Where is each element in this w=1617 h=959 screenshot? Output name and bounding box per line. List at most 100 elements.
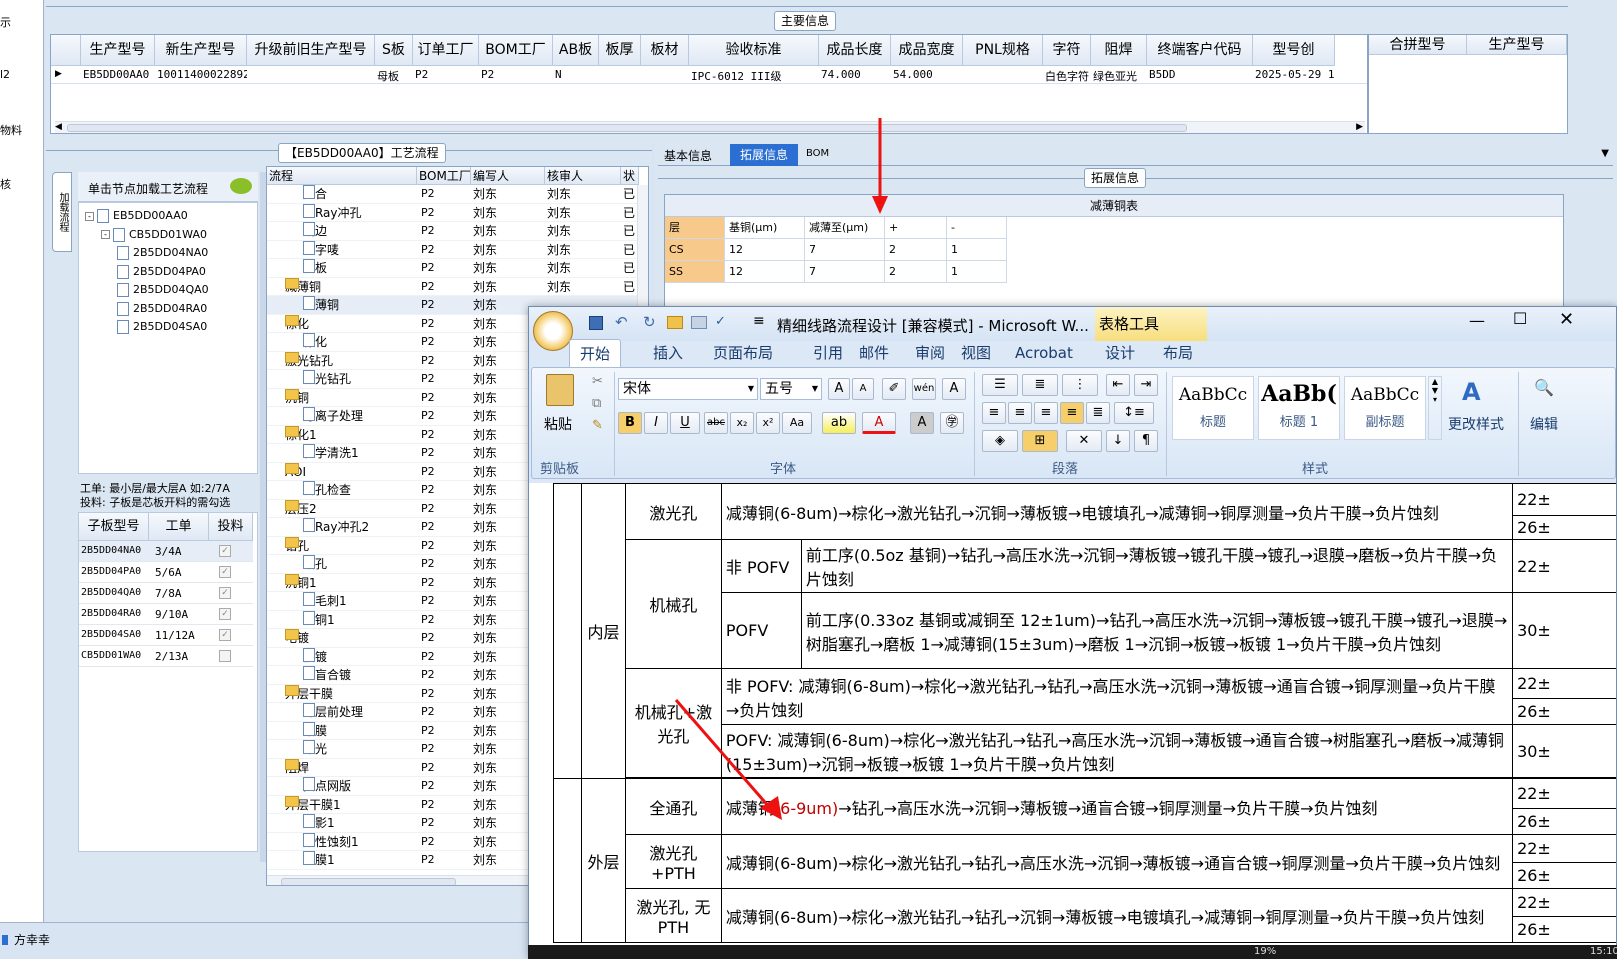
tab-extended-info[interactable]: 拓展信息 <box>730 144 798 166</box>
align-center-button[interactable]: ≡ <box>1008 402 1032 424</box>
ext-cell[interactable]: 2 <box>885 261 947 283</box>
underline-button[interactable]: U <box>670 412 700 434</box>
flow-row[interactable]: 打字唛 P2 刘东 刘东 已 <box>267 240 648 259</box>
edit-button[interactable]: 编辑 <box>1530 414 1558 434</box>
strikethrough-button[interactable]: abc <box>704 412 728 434</box>
merge-col-2[interactable]: 生产型号 <box>1467 35 1567 55</box>
nav-item-3[interactable]: 物料 <box>0 122 22 138</box>
tab-basic-info[interactable]: 基本信息 <box>664 147 712 164</box>
highlight-button[interactable]: ab <box>822 412 856 434</box>
numbering-button[interactable]: ≣ <box>1022 374 1058 396</box>
ribbon-tab-5[interactable]: 审阅 <box>915 337 945 369</box>
asian-layout-button[interactable]: ✕ <box>1066 430 1102 452</box>
flow-row[interactable]: 烘板 P2 刘东 刘东 已 <box>267 259 648 278</box>
tree-node[interactable]: 2B5DD04SA0 <box>117 318 207 336</box>
col-header-15[interactable]: 终端客户代码 <box>1147 35 1253 66</box>
superscript-button[interactable]: x² <box>756 412 780 434</box>
sub-header-2[interactable]: 投料 <box>209 513 253 541</box>
char-shading-button[interactable]: A <box>910 412 934 434</box>
bold-button[interactable]: B <box>618 412 642 434</box>
ext-cell[interactable]: SS <box>665 261 725 283</box>
ext-cell[interactable]: CS <box>665 239 725 261</box>
maximize-icon[interactable]: ☐ <box>1513 309 1527 328</box>
col-header-2[interactable]: 升级前旧生产型号 <box>247 35 375 66</box>
grow-font-button[interactable]: A <box>828 378 850 400</box>
close-icon[interactable]: ✕ <box>1559 309 1574 330</box>
change-styles-button[interactable]: 更改样式 <box>1448 414 1504 434</box>
col-header-5[interactable]: BOM工厂 <box>479 35 553 66</box>
flow-header-3[interactable]: 核审人 <box>545 167 621 185</box>
feed-checkbox[interactable]: ✓ <box>219 587 231 599</box>
flow-row[interactable]: 铣边 P2 刘东 刘东 已 <box>267 222 648 241</box>
ext-cell[interactable]: 2 <box>885 239 947 261</box>
tree-node[interactable]: - EB5DD00AA0 <box>85 207 188 225</box>
paste-button[interactable]: 粘贴 <box>544 414 572 434</box>
shrink-font-button[interactable]: A <box>852 378 874 400</box>
ribbon-tab-2[interactable]: 页面布局 <box>713 337 773 369</box>
col-header-8[interactable]: 板材 <box>641 35 689 66</box>
sub-row[interactable]: 2B5DD04NA0 3/4A ✓ <box>79 541 253 562</box>
feed-checkbox[interactable]: ✓ <box>219 545 231 557</box>
justify-button[interactable]: ≡ <box>1060 402 1084 424</box>
feed-checkbox[interactable]: ✓ <box>219 566 231 578</box>
nav-item-2[interactable]: l2 <box>0 68 10 81</box>
sub-row[interactable]: 2B5DD04PA0 5/6A ✓ <box>79 562 253 583</box>
flow-header-4[interactable]: 状 <box>621 167 639 185</box>
ribbon-tab-8[interactable]: 设计 <box>1105 337 1135 369</box>
flow-header-1[interactable]: BOM工厂 <box>417 167 471 185</box>
col-header-6[interactable]: AB板 <box>553 35 599 66</box>
ribbon-tab-7[interactable]: Acrobat <box>1015 337 1073 369</box>
sort-button[interactable]: ↓ <box>1106 430 1130 452</box>
sub-row[interactable]: 2B5DD04QA0 7/8A ✓ <box>79 583 253 604</box>
ribbon-tab-9[interactable]: 布局 <box>1163 337 1193 369</box>
col-header-3[interactable]: S板 <box>375 35 413 66</box>
tree-node[interactable]: 2B5DD04RA0 <box>117 300 207 318</box>
distributed-button[interactable]: ≣ <box>1086 402 1110 424</box>
flow-header-2[interactable]: 编写人 <box>471 167 545 185</box>
customize-icon[interactable]: ≡ <box>753 313 765 329</box>
paste-icon[interactable] <box>546 374 574 406</box>
col-header-11[interactable]: 成品宽度 <box>891 35 963 66</box>
col-header-16[interactable]: 型号创 <box>1253 35 1335 66</box>
borders-button[interactable]: ⊞ <box>1022 430 1058 452</box>
copy-icon[interactable]: ⧉ <box>592 396 601 411</box>
ribbon-tab-4[interactable]: 邮件 <box>859 337 889 369</box>
change-styles-icon[interactable]: A <box>1462 378 1481 406</box>
change-case-button[interactable]: Aa <box>782 412 812 434</box>
collapse-icon[interactable]: - <box>85 211 94 221</box>
save-icon[interactable] <box>589 316 603 330</box>
col-header-4[interactable]: 订单工厂 <box>413 35 479 66</box>
ext-cell[interactable]: 1 <box>947 239 1007 261</box>
style-scroll[interactable]: ▲ ▼ ▾ <box>1428 376 1442 440</box>
collapse-icon[interactable]: - <box>101 230 110 239</box>
feed-checkbox[interactable] <box>219 650 231 662</box>
print-icon[interactable] <box>691 316 707 329</box>
feed-checkbox[interactable]: ✓ <box>219 608 231 620</box>
ext-cell[interactable]: 7 <box>805 239 885 261</box>
align-left-button[interactable]: ≡ <box>982 402 1006 424</box>
sub-header-0[interactable]: 子板型号 <box>79 513 149 541</box>
flow-row[interactable]: 压合 P2 刘东 刘东 已 <box>267 185 648 204</box>
enclose-char-button[interactable]: ㊫ <box>940 412 964 434</box>
nav-item-4[interactable]: 核 <box>0 176 11 192</box>
style-subtitle[interactable]: AaBbCc 副标题 <box>1344 376 1426 440</box>
ribbon-tab-3[interactable]: 引用 <box>813 337 843 369</box>
ext-cell[interactable]: 7 <box>805 261 885 283</box>
selected-row[interactable]: ▶ EB5DD00AA0 10011400022892 母板 P2 P2 N IPC-601… <box>51 66 1367 84</box>
multilevel-button[interactable]: ⋮ <box>1062 374 1098 396</box>
tab-dropdown-icon[interactable]: ▼ <box>1601 148 1609 159</box>
col-header-9[interactable]: 验收标准 <box>689 35 819 66</box>
tree-node[interactable]: 2B5DD04QA0 <box>117 281 209 299</box>
tab-bom[interactable]: BOM <box>806 148 829 159</box>
clear-format-button[interactable]: ✐ <box>882 378 906 400</box>
align-right-button[interactable]: ≡ <box>1034 402 1058 424</box>
ext-cell[interactable]: 1 <box>947 261 1007 283</box>
sub-row[interactable]: CB5DD01WA0 2/13A <box>79 646 253 667</box>
style-heading1[interactable]: AaBb( 标题 1 <box>1258 376 1340 440</box>
ext-cell[interactable]: 12 <box>725 239 805 261</box>
horizontal-scrollbar[interactable]: ◀ ▶ <box>55 121 1365 133</box>
subscript-button[interactable]: x₂ <box>730 412 754 434</box>
open-icon[interactable] <box>667 316 683 329</box>
line-spacing-button[interactable]: ↕≡ <box>1114 402 1154 424</box>
minimize-icon[interactable]: — <box>1469 311 1485 330</box>
